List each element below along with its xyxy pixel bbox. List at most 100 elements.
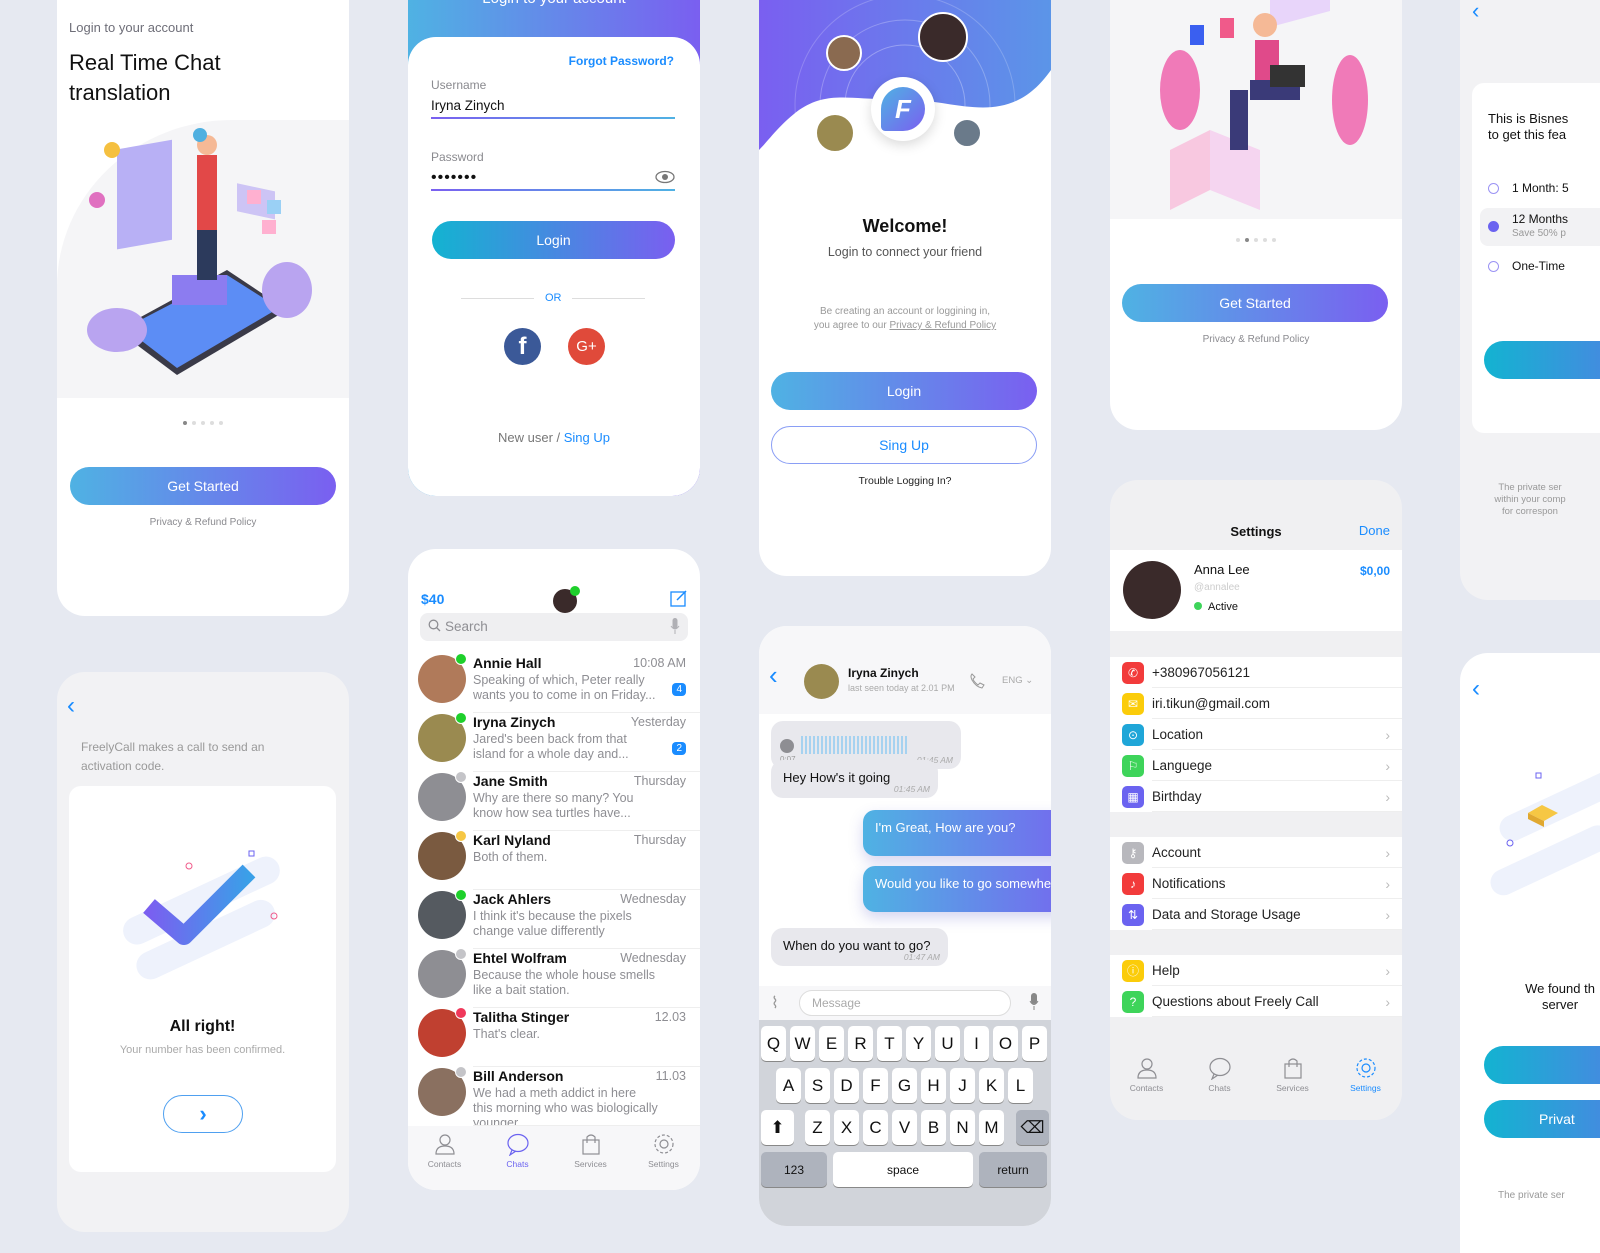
keyboard-key[interactable]: Z xyxy=(805,1110,830,1145)
chat-list-item[interactable]: Talitha Stinger 12.03 That's clear. xyxy=(408,1007,700,1067)
keyboard-key[interactable]: K xyxy=(979,1068,1004,1103)
plan-option[interactable]: 1 Month: 5 xyxy=(1488,179,1600,199)
keyboard-key[interactable]: R xyxy=(848,1026,873,1061)
next-button[interactable]: › xyxy=(163,1095,243,1133)
radio-selected[interactable] xyxy=(1488,221,1499,232)
page-dot-active[interactable] xyxy=(183,421,187,425)
return-key[interactable]: return xyxy=(979,1152,1047,1187)
tab-contacts[interactable]: Contacts xyxy=(1117,1056,1177,1120)
settings-item[interactable]: ? Questions about Freely Call › xyxy=(1110,986,1402,1017)
keyboard-key[interactable]: U xyxy=(935,1026,960,1061)
page-dot[interactable] xyxy=(219,421,223,425)
login-button[interactable]: Login xyxy=(771,372,1037,410)
signup-button[interactable]: Sing Up xyxy=(771,426,1037,464)
page-dot[interactable] xyxy=(201,421,205,425)
tab-services[interactable]: Services xyxy=(1263,1056,1323,1120)
signup-link[interactable]: Sing Up xyxy=(564,430,610,445)
back-icon[interactable]: ‹ xyxy=(1472,675,1480,703)
keyboard-key[interactable]: D xyxy=(834,1068,859,1103)
page-dot[interactable] xyxy=(210,421,214,425)
keyboard-key[interactable]: Y xyxy=(906,1026,931,1061)
settings-item[interactable]: ⇅ Data and Storage Usage › xyxy=(1110,899,1402,930)
page-dot[interactable] xyxy=(192,421,196,425)
tab-services[interactable]: Services xyxy=(561,1132,621,1190)
username-field[interactable]: Iryna Zinych xyxy=(431,95,675,119)
play-icon[interactable] xyxy=(780,739,794,753)
tab-contacts[interactable]: Contacts xyxy=(415,1132,475,1190)
outgoing-message[interactable]: I'm Great, How are you?01:46 AM xyxy=(863,810,1051,856)
chat-list-item[interactable]: Jack Ahlers Wednesday I think it's because… xyxy=(408,889,700,949)
keyboard-key[interactable]: Q xyxy=(761,1026,786,1061)
tab-settings[interactable]: Settings xyxy=(1336,1056,1396,1120)
keyboard-key[interactable]: L xyxy=(1008,1068,1033,1103)
eye-icon[interactable] xyxy=(655,170,675,189)
password-field[interactable]: ••••••• xyxy=(431,167,675,191)
keyboard-key[interactable]: F xyxy=(863,1068,888,1103)
keyboard-key[interactable]: E xyxy=(819,1026,844,1061)
search-input[interactable]: Search xyxy=(420,613,688,641)
settings-item[interactable]: ▦ Birthday › xyxy=(1110,781,1402,812)
back-icon[interactable]: ‹ xyxy=(67,692,75,720)
tab-chats[interactable]: Chats xyxy=(488,1132,548,1190)
page-dot[interactable] xyxy=(1254,238,1258,242)
keyboard-key[interactable]: O xyxy=(993,1026,1018,1061)
keyboard-key[interactable]: B xyxy=(921,1110,946,1145)
keyboard-key[interactable]: V xyxy=(892,1110,917,1145)
space-key[interactable]: space xyxy=(833,1152,973,1187)
chat-list-item[interactable]: Iryna Zinych Yesterday Jared's been back f… xyxy=(408,712,700,772)
incoming-message[interactable]: Hey How's it going 01:45 AM xyxy=(771,760,938,798)
get-started-button[interactable]: Get Started xyxy=(1122,284,1388,322)
settings-item[interactable]: ⚷ Account › xyxy=(1110,837,1402,868)
back-icon[interactable]: ‹ xyxy=(1472,0,1479,24)
message-input[interactable]: Message xyxy=(799,990,1011,1016)
trouble-login-link[interactable]: Trouble Logging In? xyxy=(759,475,1051,487)
chat-list-item[interactable]: Jane Smith Thursday Why are there so many?… xyxy=(408,771,700,831)
contact-avatar[interactable] xyxy=(804,664,839,699)
chat-list-item[interactable]: Annie Hall 10:08 AM Speaking of which, Pet… xyxy=(408,653,700,713)
page-dot[interactable] xyxy=(1236,238,1240,242)
privacy-link[interactable]: Privacy & Refund Policy xyxy=(889,320,996,331)
chat-list-item[interactable]: Bill Anderson 11.03 We had a meth addict i… xyxy=(408,1066,700,1130)
privacy-policy-link[interactable]: Privacy & Refund Policy xyxy=(57,517,349,528)
keyboard-key[interactable]: P xyxy=(1022,1026,1047,1061)
forgot-password-link[interactable]: Forgot Password? xyxy=(569,54,674,68)
page-dot[interactable] xyxy=(1272,238,1276,242)
login-button[interactable]: Login xyxy=(432,221,675,259)
page-dot-active[interactable] xyxy=(1245,238,1249,242)
keyboard-key[interactable]: A xyxy=(776,1068,801,1103)
keyboard-key[interactable]: J xyxy=(950,1068,975,1103)
privacy-policy-link[interactable]: Privacy & Refund Policy xyxy=(1110,334,1402,345)
phone-call-icon[interactable] xyxy=(969,673,985,694)
connect-button[interactable] xyxy=(1484,1046,1600,1084)
settings-item[interactable]: ⚐ Languege › xyxy=(1110,750,1402,781)
settings-item[interactable]: ♪ Notifications › xyxy=(1110,868,1402,899)
microphone-icon[interactable] xyxy=(670,618,680,640)
language-selector[interactable]: ENG ⌄ xyxy=(1002,675,1033,686)
shift-key[interactable]: ⬆ xyxy=(761,1110,794,1145)
tab-chats[interactable]: Chats xyxy=(1190,1056,1250,1120)
back-icon[interactable]: ‹ xyxy=(769,660,778,691)
facebook-login-button[interactable]: f xyxy=(504,328,541,365)
plan-option-selected[interactable]: 12 Months Save 50% p xyxy=(1480,208,1600,246)
outgoing-message[interactable]: Would you like to go somewhere?01:46 AM xyxy=(863,866,1051,912)
plan-option[interactable]: One-Time xyxy=(1488,257,1600,277)
incoming-message[interactable]: When do you want to go? 01:47 AM xyxy=(771,928,948,966)
settings-item[interactable]: ✆ +380967056121 xyxy=(1110,657,1402,688)
keyboard-key[interactable]: W xyxy=(790,1026,815,1061)
get-started-button[interactable]: Get Started xyxy=(70,467,336,505)
chat-list-item[interactable]: Karl Nyland Thursday Both of them. xyxy=(408,830,700,890)
profile-card[interactable]: Anna Lee @annalee Active $0,00 xyxy=(1110,550,1402,631)
paperclip-icon[interactable]: ⌇ xyxy=(771,993,779,1013)
keyboard-key[interactable]: S xyxy=(805,1068,830,1103)
microphone-icon[interactable] xyxy=(1029,993,1039,1016)
keyboard-key[interactable]: I xyxy=(964,1026,989,1061)
done-button[interactable]: Done xyxy=(1359,523,1390,538)
keyboard-key[interactable]: C xyxy=(863,1110,888,1145)
backspace-key[interactable]: ⌫ xyxy=(1016,1110,1049,1145)
keyboard-key[interactable]: X xyxy=(834,1110,859,1145)
settings-item[interactable]: ✉ iri.tikun@gmail.com xyxy=(1110,688,1402,719)
keyboard-key[interactable]: H xyxy=(921,1068,946,1103)
radio-unselected[interactable] xyxy=(1488,183,1499,194)
keyboard-key[interactable]: M xyxy=(979,1110,1004,1145)
keyboard-key[interactable]: T xyxy=(877,1026,902,1061)
